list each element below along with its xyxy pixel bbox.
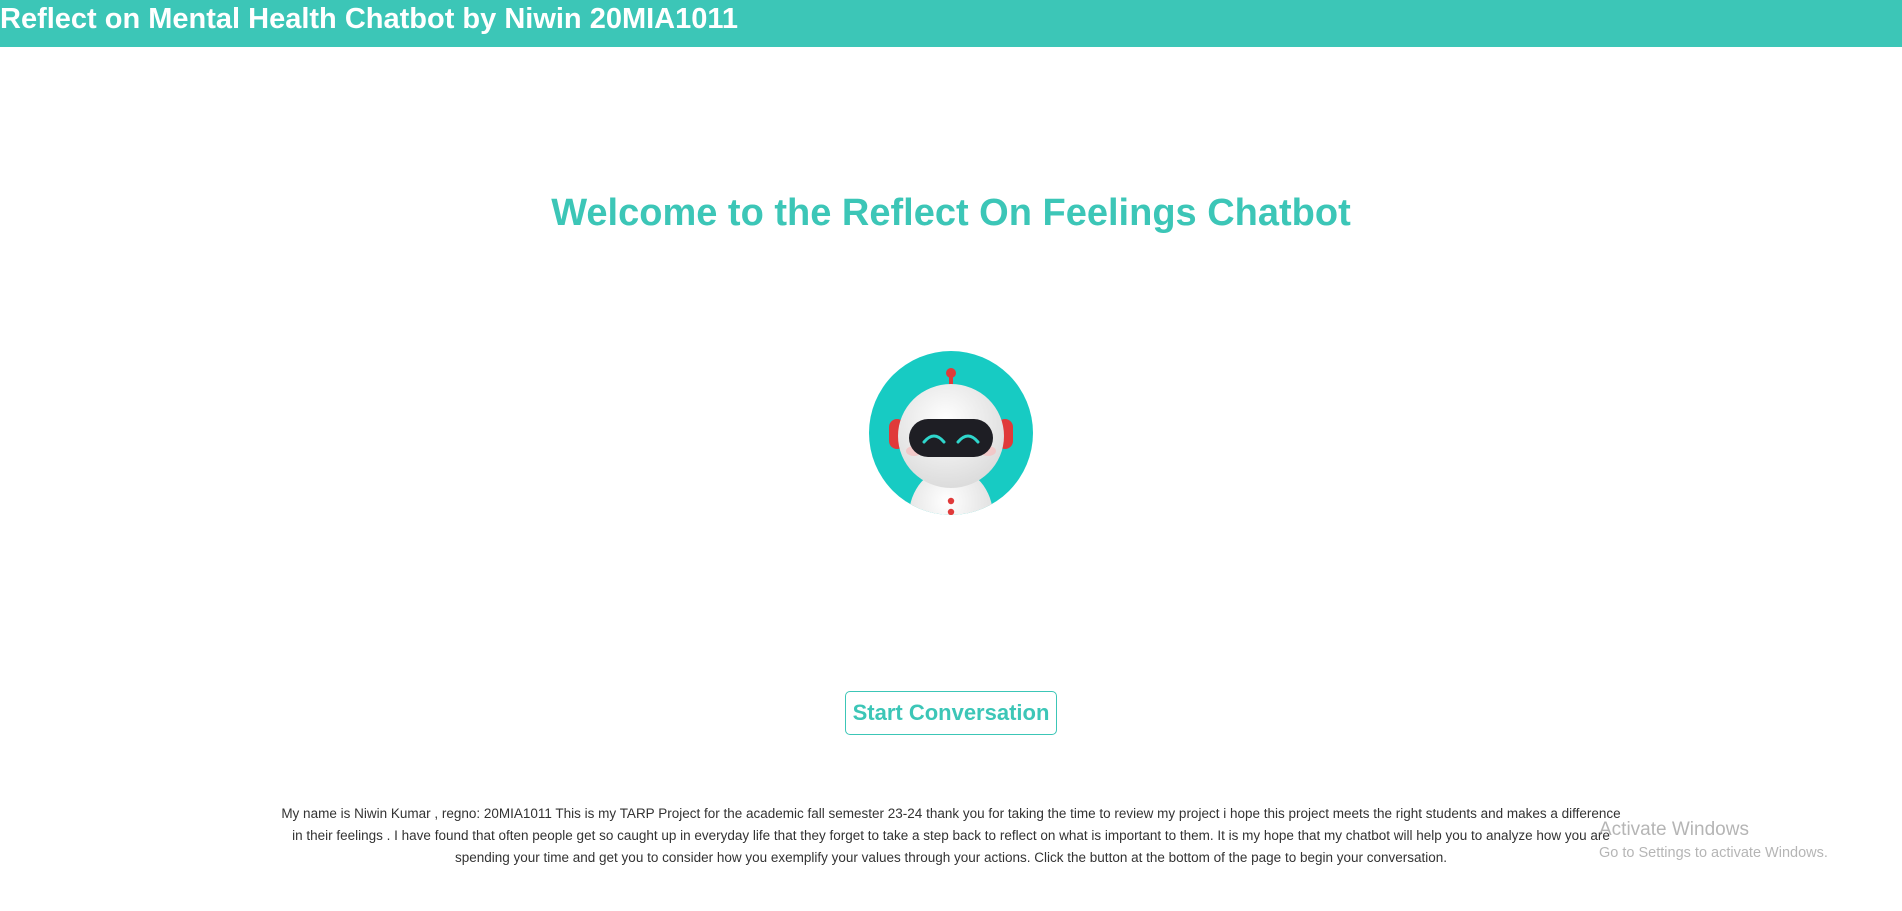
app-title: Reflect on Mental Health Chatbot by Niwi…: [0, 3, 739, 35]
watermark-subtitle: Go to Settings to activate Windows.: [1599, 845, 1828, 861]
start-conversation-button[interactable]: Start Conversation: [845, 691, 1057, 735]
about-project-text: My name is Niwin Kumar , regno: 20MIA101…: [281, 806, 1621, 865]
watermark-title: Activate Windows: [1599, 819, 1749, 840]
top-header-bar: Reflect on Mental Health Chatbot by Niwi…: [0, 0, 1902, 47]
robot-avatar-svg: [869, 351, 1033, 515]
activate-windows-watermark: Activate Windows Go to Settings to activ…: [1599, 818, 1828, 863]
welcome-heading: Welcome to the Reflect On Feelings Chatb…: [551, 192, 1351, 234]
robot-icon: [869, 351, 1033, 515]
